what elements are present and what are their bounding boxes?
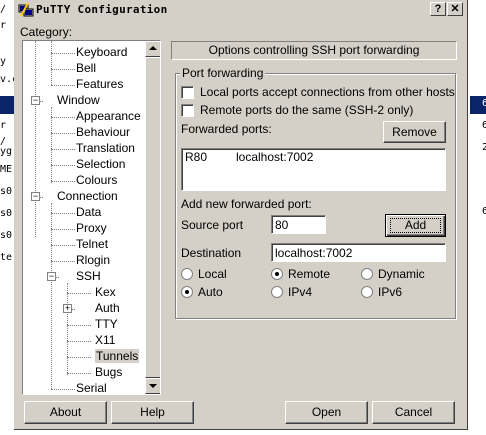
scroll-up-button[interactable] xyxy=(145,41,160,57)
tree-item-rlogin[interactable]: Rlogin xyxy=(76,253,110,267)
category-tree[interactable]: Keyboard Bell Features − Window Appearance Beh… xyxy=(22,40,161,395)
radio-dynamic-label[interactable]: Dynamic xyxy=(378,267,425,281)
background-text-fragment: s0 xyxy=(0,230,13,241)
category-label: Category: xyxy=(20,25,73,39)
tree-item-selection[interactable]: Selection xyxy=(76,157,125,171)
collapse-connection-icon[interactable]: − xyxy=(31,192,40,201)
window-title: PuTTY Configuration xyxy=(36,3,168,16)
tree-item-x11[interactable]: X11 xyxy=(95,333,115,347)
background-bottom xyxy=(0,430,486,435)
tree-item-bell[interactable]: Bell xyxy=(76,61,96,75)
background-text-fragment: y xyxy=(0,56,7,67)
tree-item-colours[interactable]: Colours xyxy=(76,173,117,187)
collapse-ssh-icon[interactable]: − xyxy=(47,272,56,281)
open-button[interactable]: Open xyxy=(285,401,368,424)
collapse-window-icon[interactable]: − xyxy=(31,96,40,105)
background-text-fragment: te xyxy=(0,252,13,263)
arrow-down-icon xyxy=(149,384,157,388)
remote-ports-label[interactable]: Remote ports do the same (SSH-2 only) xyxy=(200,103,413,117)
background-window-right xyxy=(468,0,486,435)
forwarded-ports-list[interactable]: R80 localhost:7002 xyxy=(181,148,446,191)
tree-item-tunnels[interactable]: Tunnels xyxy=(95,349,140,363)
source-port-label: Source port xyxy=(181,218,244,232)
category-tree-items: Keyboard Bell Features − Window Appearance Beh… xyxy=(23,41,144,394)
panel-header: Options controlling SSH port forwarding xyxy=(171,41,457,60)
tree-item-behaviour[interactable]: Behaviour xyxy=(76,125,130,139)
expand-auth-icon[interactable]: + xyxy=(63,304,72,313)
tree-scrollbar[interactable] xyxy=(145,41,160,394)
remote-ports-checkbox[interactable] xyxy=(181,104,194,117)
add-new-label: Add new forwarded port: xyxy=(181,197,312,211)
tree-item-ssh[interactable]: SSH xyxy=(76,269,101,283)
radio-ipv6[interactable] xyxy=(361,286,373,298)
background-text-fragment: / xyxy=(0,4,7,15)
background-text-fragment: s0 xyxy=(0,208,13,219)
background-text-fragment: 2 xyxy=(482,142,486,153)
radio-local[interactable] xyxy=(181,268,193,280)
tree-item-connection[interactable]: Connection xyxy=(57,189,118,203)
radio-remote-label[interactable]: Remote xyxy=(288,267,330,281)
close-title-button[interactable]: ✕ xyxy=(447,2,463,16)
putty-app-icon xyxy=(18,2,34,17)
about-button[interactable]: About xyxy=(24,401,107,424)
list-item[interactable]: R80 localhost:7002 xyxy=(185,150,443,165)
background-text-fragment: s0 xyxy=(0,186,13,197)
help-title-button[interactable]: ? xyxy=(430,2,446,16)
cancel-button[interactable]: Cancel xyxy=(372,401,455,424)
forwarded-ports-label: Forwarded ports: xyxy=(181,122,272,136)
arrow-up-icon xyxy=(149,46,157,50)
source-port-input[interactable] xyxy=(271,215,326,234)
title-bar[interactable]: PuTTY Configuration ? ✕ xyxy=(14,0,467,20)
tree-item-tty[interactable]: TTY xyxy=(95,317,118,331)
radio-ipv4[interactable] xyxy=(271,286,283,298)
focus-rect xyxy=(390,218,441,233)
background-selection-left xyxy=(0,96,14,114)
putty-config-dialog: PuTTY Configuration ? ✕ Category: Keyboa… xyxy=(14,0,468,430)
background-text-fragment: r xyxy=(0,120,7,131)
background-text-fragment: v.c xyxy=(0,74,14,85)
background-text-fragment: yg xyxy=(0,146,13,157)
help-button[interactable]: Help xyxy=(111,401,194,424)
tree-item-proxy[interactable]: Proxy xyxy=(76,221,107,235)
tree-item-serial[interactable]: Serial xyxy=(76,381,107,394)
radio-local-label[interactable]: Local xyxy=(198,267,227,281)
tree-item-telnet[interactable]: Telnet xyxy=(76,237,108,251)
background-text-fragment: 6 xyxy=(482,98,486,109)
tree-item-translation[interactable]: Translation xyxy=(76,141,135,155)
tree-item-data[interactable]: Data xyxy=(76,205,101,219)
remove-button[interactable]: Remove xyxy=(383,121,446,143)
tree-item-keyboard[interactable]: Keyboard xyxy=(76,45,127,59)
scroll-thumb[interactable] xyxy=(145,57,160,378)
tree-item-bugs[interactable]: Bugs xyxy=(95,365,122,379)
radio-remote[interactable] xyxy=(271,268,283,280)
destination-label: Destination xyxy=(181,246,242,260)
background-text-fragment: ME xyxy=(0,164,13,175)
radio-ipv6-label[interactable]: IPv6 xyxy=(378,285,402,299)
background-text-fragment: r xyxy=(0,20,7,31)
radio-auto[interactable] xyxy=(181,286,193,298)
tree-item-features[interactable]: Features xyxy=(76,77,123,91)
local-ports-checkbox[interactable] xyxy=(181,86,194,99)
forwarded-port-source: R80 xyxy=(185,150,208,164)
background-text-fragment: 6 xyxy=(482,206,486,217)
radio-auto-label[interactable]: Auto xyxy=(198,285,223,299)
local-ports-label[interactable]: Local ports accept connections from othe… xyxy=(200,85,455,99)
add-button[interactable]: Add xyxy=(385,214,446,237)
radio-dynamic[interactable] xyxy=(361,268,373,280)
tree-item-window[interactable]: Window xyxy=(57,93,100,107)
scroll-down-button[interactable] xyxy=(145,378,160,394)
tree-item-appearance[interactable]: Appearance xyxy=(76,109,141,123)
port-forwarding-group-title: Port forwarding xyxy=(180,66,266,80)
radio-ipv4-label[interactable]: IPv4 xyxy=(288,285,312,299)
forwarded-port-destination: localhost:7002 xyxy=(236,150,314,164)
tree-item-kex[interactable]: Kex xyxy=(95,285,116,299)
background-text-fragment: 6 xyxy=(482,120,486,131)
tree-item-auth[interactable]: Auth xyxy=(95,301,120,315)
destination-input[interactable] xyxy=(271,243,446,262)
